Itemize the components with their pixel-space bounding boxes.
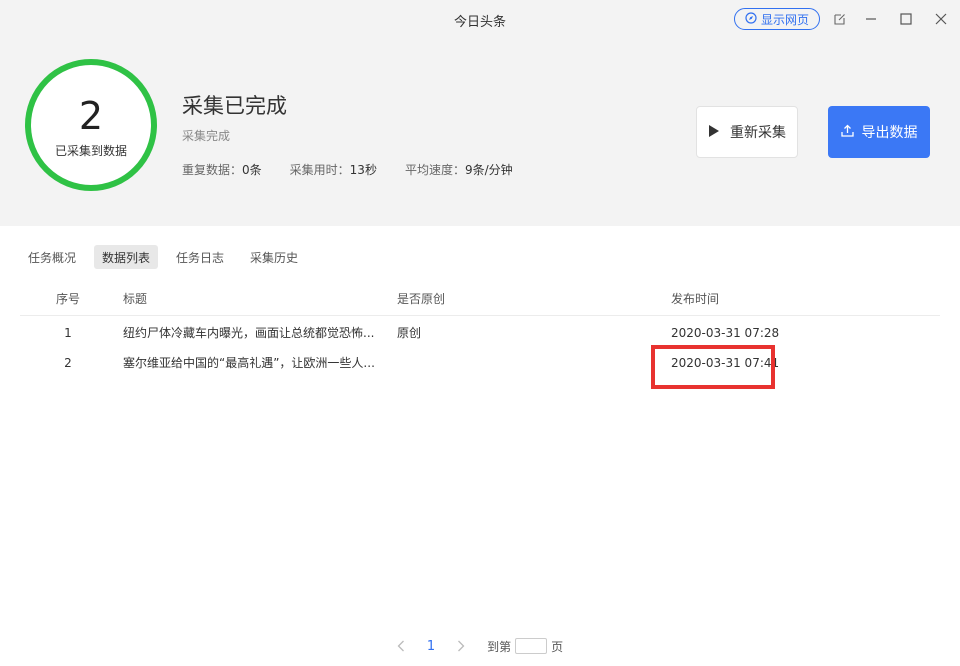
tab-bar: 任务概况 数据列表 任务日志 采集历史 — [20, 245, 306, 269]
page-suffix: 页 — [551, 639, 564, 654]
row-title: 塞尔维亚给中国的“最高礼遇”，让欧洲一些人... — [123, 356, 375, 370]
summary-panel: 今日头条 显示网页 2 已采集到数据 采集已完成 采集完成 重复数据：0条 采集… — [0, 0, 960, 226]
stat-duplicates: 重复数据：0条 — [182, 163, 262, 177]
edit-icon[interactable] — [830, 9, 850, 29]
chevron-right-icon[interactable] — [457, 640, 465, 652]
page-number[interactable]: 1 — [427, 639, 435, 654]
row-original: 原创 — [397, 326, 422, 340]
goto-page-input[interactable] — [515, 638, 548, 654]
minimize-icon[interactable] — [861, 9, 881, 29]
tab-history[interactable]: 采集历史 — [242, 245, 306, 269]
stats-row: 重复数据：0条 采集用时：13秒 平均速度：9条/分钟 — [182, 161, 513, 178]
play-icon — [708, 124, 720, 141]
pagination: 1 到第 页 — [0, 636, 960, 656]
show-web-label: 显示网页 — [760, 12, 809, 27]
status-subtitle: 采集完成 — [182, 129, 231, 143]
tab-overview[interactable]: 任务概况 — [20, 245, 84, 269]
table-row[interactable]: 2 塞尔维亚给中国的“最高礼遇”，让欧洲一些人... 2020-03-31 07… — [20, 348, 940, 378]
maximize-icon[interactable] — [896, 9, 916, 29]
header-seq: 序号 — [55, 292, 80, 306]
row-seq: 1 — [64, 326, 72, 340]
close-icon[interactable] — [931, 9, 951, 29]
header-title: 标题 — [123, 292, 148, 306]
stat-duration: 采集用时：13秒 — [289, 163, 377, 177]
row-seq: 2 — [64, 356, 72, 370]
status-title: 采集已完成 — [182, 94, 287, 118]
progress-ring: 2 已采集到数据 — [24, 58, 158, 192]
restart-label: 重新采集 — [730, 124, 786, 140]
table-row[interactable]: 1 纽约尸体冷藏车内曝光，画面让总统都觉恐怖... 原创 2020-03-31 … — [20, 318, 940, 348]
data-table: 序号 标题 是否原创 发布时间 1 纽约尸体冷藏车内曝光，画面让总统都觉恐怖..… — [20, 284, 940, 378]
goto-label: 到第 — [487, 639, 512, 654]
title-bar: 今日头条 显示网页 — [0, 0, 960, 38]
compass-icon — [745, 11, 757, 27]
stat-speed: 平均速度：9条/分钟 — [404, 163, 513, 177]
show-web-button[interactable]: 显示网页 — [734, 8, 820, 30]
tab-data-list[interactable]: 数据列表 — [94, 245, 159, 269]
row-time: 2020-03-31 07:41 — [671, 356, 780, 370]
export-button[interactable]: 导出数据 — [828, 106, 930, 158]
chevron-left-icon[interactable] — [397, 640, 405, 652]
table-header: 序号 标题 是否原创 发布时间 — [20, 284, 940, 316]
collected-label: 已采集到数据 — [54, 144, 127, 158]
header-time: 发布时间 — [671, 292, 720, 306]
upload-icon — [840, 124, 854, 140]
tab-task-log[interactable]: 任务日志 — [168, 245, 232, 269]
export-label: 导出数据 — [861, 124, 918, 140]
row-title: 纽约尸体冷藏车内曝光，画面让总统都觉恐怖... — [123, 326, 375, 340]
header-original: 是否原创 — [397, 292, 446, 306]
restart-button[interactable]: 重新采集 — [696, 106, 798, 158]
row-original — [397, 348, 547, 378]
collected-count: 2 — [78, 94, 104, 138]
row-time: 2020-03-31 07:28 — [671, 326, 780, 340]
